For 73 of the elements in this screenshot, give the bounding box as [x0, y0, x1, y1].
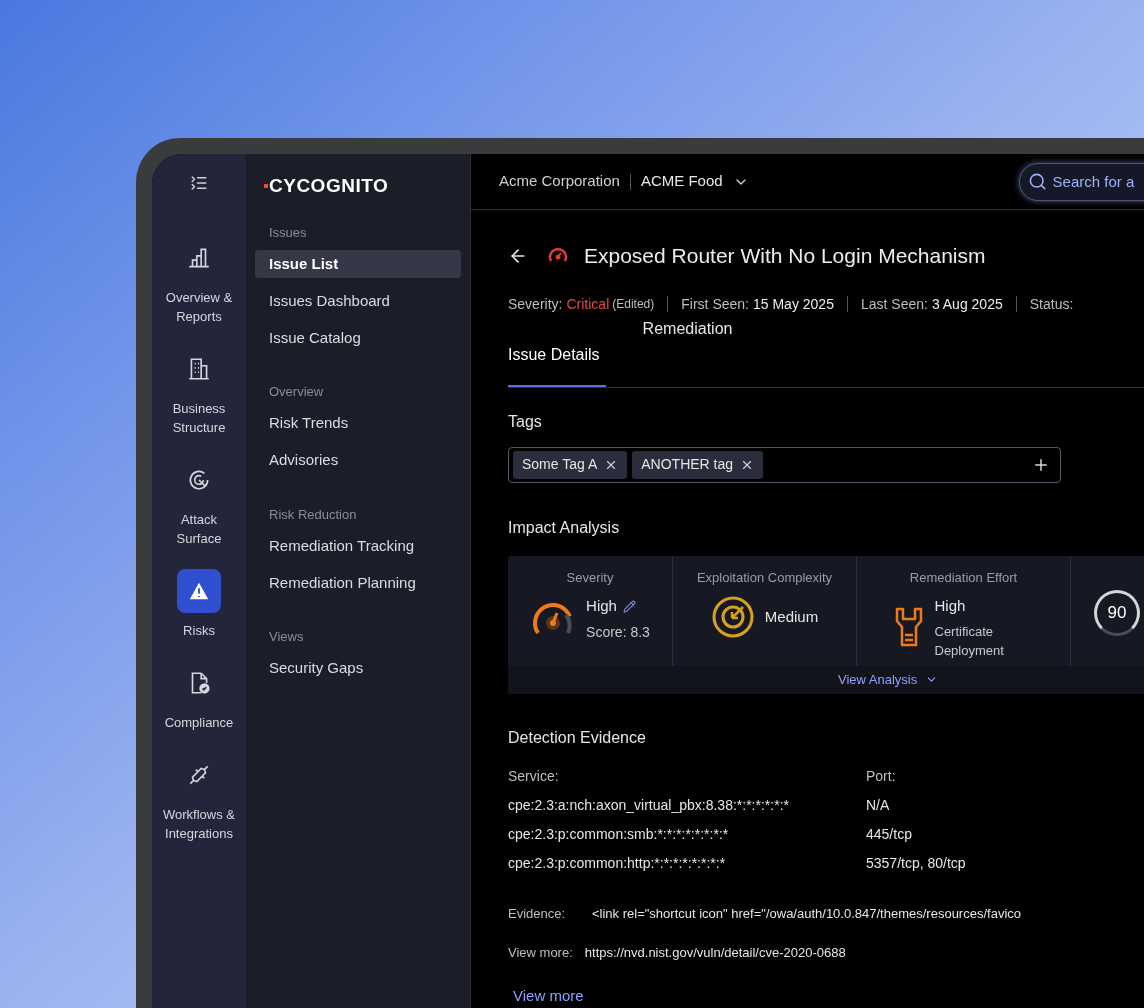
breadcrumb-item[interactable]: Acme Corporation	[499, 170, 620, 193]
meta-value: Critical	[566, 294, 610, 314]
view-more-link[interactable]: View more	[513, 984, 584, 1007]
metric-value: Medium	[764, 606, 819, 627]
logo-mark-icon	[264, 184, 268, 189]
tab[interactable]: Remediation	[642, 316, 733, 341]
metric-title: Severity	[566, 568, 614, 587]
nav-heading: Views	[268, 628, 305, 646]
rail-label: Workflows & Integrations	[162, 806, 236, 843]
meta-value: 15 May 2025	[753, 294, 834, 314]
nav-item[interactable]: Issues Dashboard	[255, 287, 461, 315]
nav-heading: Overview	[268, 383, 325, 401]
metric-value: High	[586, 596, 617, 616]
tag-label: ANOTHER tag	[641, 455, 734, 474]
building-icon	[186, 356, 212, 382]
rail-label: Overview & Reports	[164, 289, 234, 326]
search-icon	[1027, 171, 1047, 191]
nav-item[interactable]: Security Gaps	[255, 654, 461, 683]
nav-item[interactable]: Risk Trends	[255, 409, 461, 438]
nav-item[interactable]: Remediation Planning	[255, 569, 461, 597]
field-value: <link rel="shortcut icon" href="/owa/auth/10.0.847/themes/resources/favico	[592, 904, 1021, 923]
edit-icon[interactable]	[622, 599, 636, 613]
rail-item[interactable]: Risks	[154, 569, 244, 640]
column-header: Service:	[508, 766, 560, 786]
rail-label: Compliance	[163, 714, 235, 732]
tab[interactable]: Issue Details	[508, 320, 606, 387]
nav-heading: Risk Reduction	[268, 505, 358, 524]
nav-item[interactable]: Advisories	[255, 446, 461, 475]
rail-item[interactable]: Business Structure	[154, 347, 244, 437]
meta-label: Status:	[1029, 294, 1074, 314]
score-gauge: 90	[1094, 589, 1140, 636]
meta-label: First Seen:	[681, 294, 749, 314]
metric-detail: Certificate Deployment	[934, 622, 1005, 660]
nav-item[interactable]: Issue List	[255, 250, 461, 278]
field-label: Evidence:	[508, 904, 567, 923]
logo: CYCOGNITO	[269, 174, 389, 198]
tag-label: Some Tag A	[522, 455, 598, 474]
meta-value: 3 Aug 2025	[931, 294, 1003, 314]
rail-label: Risks	[182, 622, 216, 640]
metric-title: Remediation Effort	[909, 568, 1018, 587]
view-analysis-link[interactable]: View Analysis	[838, 669, 918, 690]
rail-label: Business Structure	[171, 400, 227, 437]
rail-label: Attack Surface	[175, 511, 223, 548]
section-title: Detection Evidence	[508, 727, 647, 748]
table-cell-text: cpe:2.3:p:common:http:*:*:*:*:*:*:*:*	[508, 853, 727, 873]
table-cell-text: cpe:2.3:p:common:smb:*:*:*:*:*:*:*:*	[508, 824, 730, 844]
field-label: View more:	[508, 944, 573, 962]
field-value: https://nvd.nist.gov/vuln/detail/cve-2020-0688	[584, 944, 846, 962]
column-header: Port:	[866, 766, 897, 786]
table-cell-text: N/A	[866, 795, 891, 815]
table-cell-text: 445/tcp	[866, 824, 913, 844]
nav-item[interactable]: Issue Catalog	[255, 324, 461, 352]
edited-note: (Edited)	[612, 296, 655, 313]
section-title: Impact Analysis	[508, 517, 621, 538]
rail-item[interactable]: Attack Surface	[154, 458, 244, 548]
meta-label: Last Seen:	[860, 294, 928, 314]
rail-item[interactable]: Workflows & Integrations	[154, 753, 244, 843]
rail-item[interactable]: Overview & Reports	[154, 236, 244, 326]
meta-label: Severity:	[508, 294, 563, 314]
section-title: Tags	[508, 411, 543, 432]
metric-detail: Score: 8.3	[586, 622, 650, 642]
issue-title: Exposed Router With No Login Mechanism	[584, 243, 986, 269]
table-cell-text: 5357/tcp, 80/tcp	[866, 853, 967, 873]
breadcrumb-item[interactable]: ACME Food	[640, 170, 723, 193]
rail-item[interactable]: Compliance	[154, 661, 244, 732]
collapse-menu-icon[interactable]	[190, 174, 208, 192]
tags-field[interactable]: Some Tag A ANOTHER tag	[508, 446, 1061, 483]
metric-title: Exploitation Complexity	[696, 568, 833, 587]
metric-value: High	[934, 596, 966, 616]
nav-heading: Issues	[268, 223, 308, 242]
nav-item[interactable]: Remediation Tracking	[255, 532, 461, 560]
table-cell-text: cpe:2.3:a:nch:axon_virtual_pbx:8.38:*:*:*:*:*:*	[508, 795, 790, 815]
search-field[interactable]: Search for a	[1018, 162, 1144, 201]
